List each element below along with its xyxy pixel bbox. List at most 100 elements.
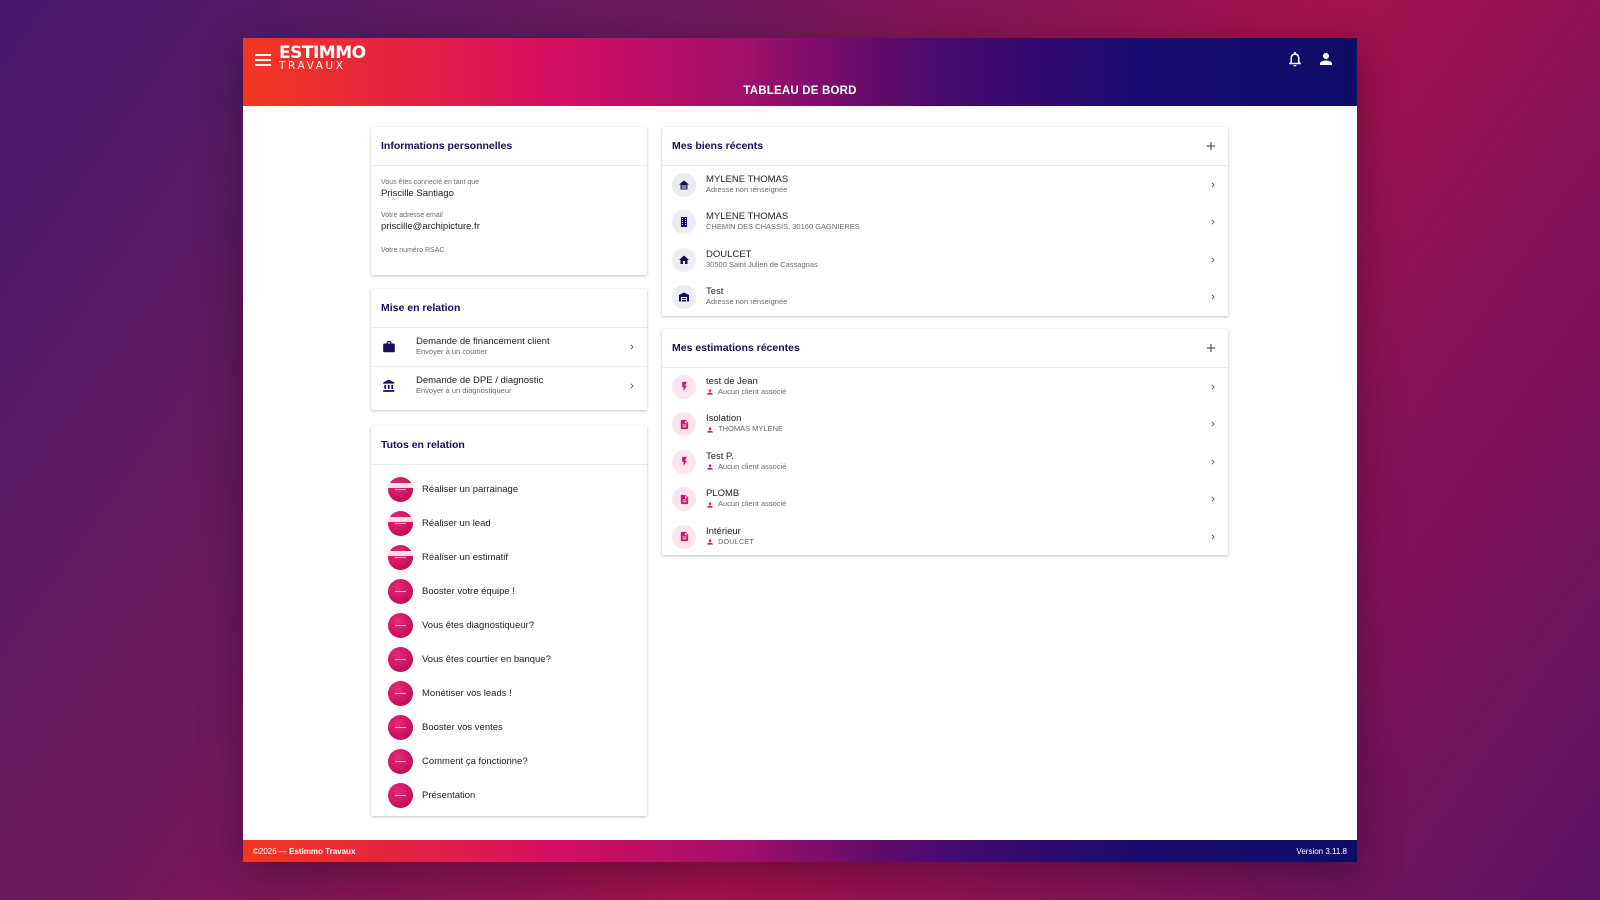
tutos-card: Tutos en relation Réaliser un parrainage… [371, 426, 647, 816]
tuto-label: Réaliser un parrainage [422, 483, 519, 495]
bien-item[interactable]: MYLENE THOMAS Adresse non renseignée [662, 166, 1228, 204]
estimation-client: Aucun client associé [718, 461, 787, 471]
lightning-icon [672, 374, 696, 399]
estimation-secondary: Aucun client associé [706, 386, 1208, 397]
relation-item-secondary: Envoyer à un diagnostiqueur [416, 385, 512, 395]
document-icon [672, 487, 696, 512]
bien-item-text: MYLENE THOMAS CHEMIN DES CHASSIS, 30160 … [706, 212, 1208, 232]
relation-item-diagnostic[interactable]: Demande de DPE / diagnostic Envoyer à un… [371, 366, 647, 404]
copyright-text: ©2026 — [253, 846, 290, 856]
plus-icon[interactable] [1204, 139, 1218, 153]
plus-icon[interactable] [1204, 341, 1218, 355]
estimation-secondary: Aucun client associé [706, 461, 1208, 472]
email-value: priscille@archipicture.fr [381, 221, 480, 232]
estimation-secondary: DOULCET [706, 536, 1208, 547]
estimation-client: THOMAS MYLENE [718, 424, 784, 434]
estimation-secondary: THOMAS MYLENE [706, 425, 1208, 434]
biens-card: Mes biens récents MYLENE THOMAS Adresse … [662, 127, 1228, 316]
bien-item[interactable]: MYLENE THOMAS CHEMIN DES CHASSIS, 30160 … [662, 204, 1228, 242]
relation-item-text: Demande de DPE / diagnostic Envoyer à un… [416, 375, 627, 396]
bien-item[interactable]: Test Adresse non renseignée [662, 279, 1228, 317]
version-label: Version 3.11.8 [1296, 846, 1347, 856]
tuto-thumbnail [388, 510, 413, 536]
tuto-item[interactable]: Réaliser un parrainage [371, 472, 647, 506]
tuto-item[interactable]: Vous êtes diagnostiqueur? [371, 608, 647, 642]
lightning-icon [672, 449, 696, 474]
tuto-item[interactable]: Monétiser vos leads ! [371, 676, 647, 710]
biens-title-text: Mes biens récents [672, 140, 764, 152]
tutos-title-text: Tutos en relation [381, 439, 465, 451]
person-icon [707, 502, 713, 508]
estimations-title-text: Mes estimations récentes [672, 342, 800, 354]
estimation-item-text: test de Jean Aucun client associé [706, 376, 1208, 397]
estimation-client: Aucun client associé [718, 386, 787, 396]
estimation-item[interactable]: Test P. Aucun client associé [662, 443, 1228, 481]
tuto-item[interactable]: Vous êtes courtier en banque? [371, 642, 647, 676]
tuto-label: Réaliser un lead [422, 517, 491, 529]
tuto-item[interactable]: Réaliser un estimatif [371, 540, 647, 574]
chevron-right-icon [1211, 257, 1215, 263]
personal-info-title-text: Informations personnelles [381, 140, 513, 152]
building-icon [672, 210, 696, 235]
connected-block: Vous êtes connecté en tant que Priscille… [371, 179, 647, 199]
tuto-item[interactable]: Présentation [371, 778, 647, 812]
briefcase-icon [383, 341, 395, 353]
tuto-item[interactable]: Comment ça fonctionne? [371, 744, 647, 778]
connected-value: Priscille Santiago [381, 188, 454, 199]
estimations-title: Mes estimations récentes [662, 329, 1228, 368]
bien-secondary: Adresse non renseignée [706, 297, 788, 307]
person-icon [707, 539, 713, 545]
tuto-item[interactable]: Réaliser un lead [371, 506, 647, 540]
company-name: Estimmo Travaux [289, 846, 356, 856]
app-window: ESTIMMO TRAVAUX TABLEAU DE BORD Informat… [243, 38, 1357, 862]
estimations-card: Mes estimations récentes test de Jean Au… [662, 329, 1228, 555]
bell-icon[interactable] [1286, 50, 1304, 68]
page-title: TABLEAU DE BORD [743, 85, 857, 97]
chevron-right-icon [1211, 459, 1215, 465]
chevron-right-icon [1211, 496, 1215, 502]
biens-title: Mes biens récents [662, 127, 1228, 166]
estimation-item[interactable]: Isolation THOMAS MYLENE [662, 406, 1228, 444]
email-label: Votre adresse email [381, 212, 443, 219]
estimation-item[interactable]: PLOMB Aucun client associé [662, 481, 1228, 519]
bien-item-text: DOULCET 30500 Saint Julien de Cassagnas [706, 249, 1208, 270]
tutos-title: Tutos en relation [371, 426, 647, 465]
estimation-secondary: Aucun client associé [706, 500, 1208, 509]
tuto-thumbnail [388, 782, 413, 808]
tuto-thumbnail [388, 714, 413, 740]
warehouse-icon [672, 285, 696, 310]
tuto-label: Booster votre équipe ! [422, 585, 515, 597]
estimation-client: Aucun client associé [718, 499, 787, 509]
tuto-label: Comment ça fonctionne? [422, 755, 528, 767]
tuto-label: Présentation [422, 789, 476, 801]
tuto-label: Vous êtes diagnostiqueur? [422, 619, 534, 631]
relation-item-secondary: Envoyer à un courtier [416, 347, 488, 357]
footer-bar: ©2026 — Estimmo Travaux Version 3.11.8 [243, 840, 1357, 862]
tuto-item[interactable]: Booster votre équipe ! [371, 574, 647, 608]
account-icon[interactable] [1317, 50, 1335, 68]
estimation-item[interactable]: Intérieur DOULCET [662, 518, 1228, 556]
bank-icon [383, 379, 395, 392]
tuto-item[interactable]: Booster vos ventes [371, 710, 647, 744]
tuto-label: Booster vos ventes [422, 721, 503, 733]
email-block: Votre adresse email priscille@archipictu… [371, 212, 647, 232]
logo[interactable]: ESTIMMO TRAVAUX [279, 45, 366, 72]
menu-icon[interactable] [255, 52, 271, 66]
chevron-right-icon [630, 383, 634, 388]
chevron-right-icon [1211, 421, 1215, 427]
bien-secondary: CHEMIN DES CHASSIS, 30160 GAGNIERES [706, 222, 860, 232]
tuto-thumbnail [388, 544, 413, 570]
estimation-item-text: Intérieur DOULCET [706, 526, 1208, 547]
chevron-right-icon [1211, 219, 1215, 225]
estimation-item[interactable]: test de Jean Aucun client associé [662, 368, 1228, 406]
header-bar: ESTIMMO TRAVAUX TABLEAU DE BORD [243, 38, 1357, 106]
document-icon [672, 524, 696, 549]
estimation-item-text: Isolation THOMAS MYLENE [706, 414, 1208, 434]
estimation-client: DOULCET [718, 536, 754, 546]
tuto-thumbnail [388, 612, 413, 638]
estimation-item-text: Test P. Aucun client associé [706, 451, 1208, 472]
person-icon [707, 389, 713, 395]
chevron-right-icon [630, 344, 634, 350]
bien-item[interactable]: DOULCET 30500 Saint Julien de Cassagnas [662, 241, 1228, 279]
relation-item-financement[interactable]: Demande de financement client Envoyer à … [371, 328, 647, 366]
